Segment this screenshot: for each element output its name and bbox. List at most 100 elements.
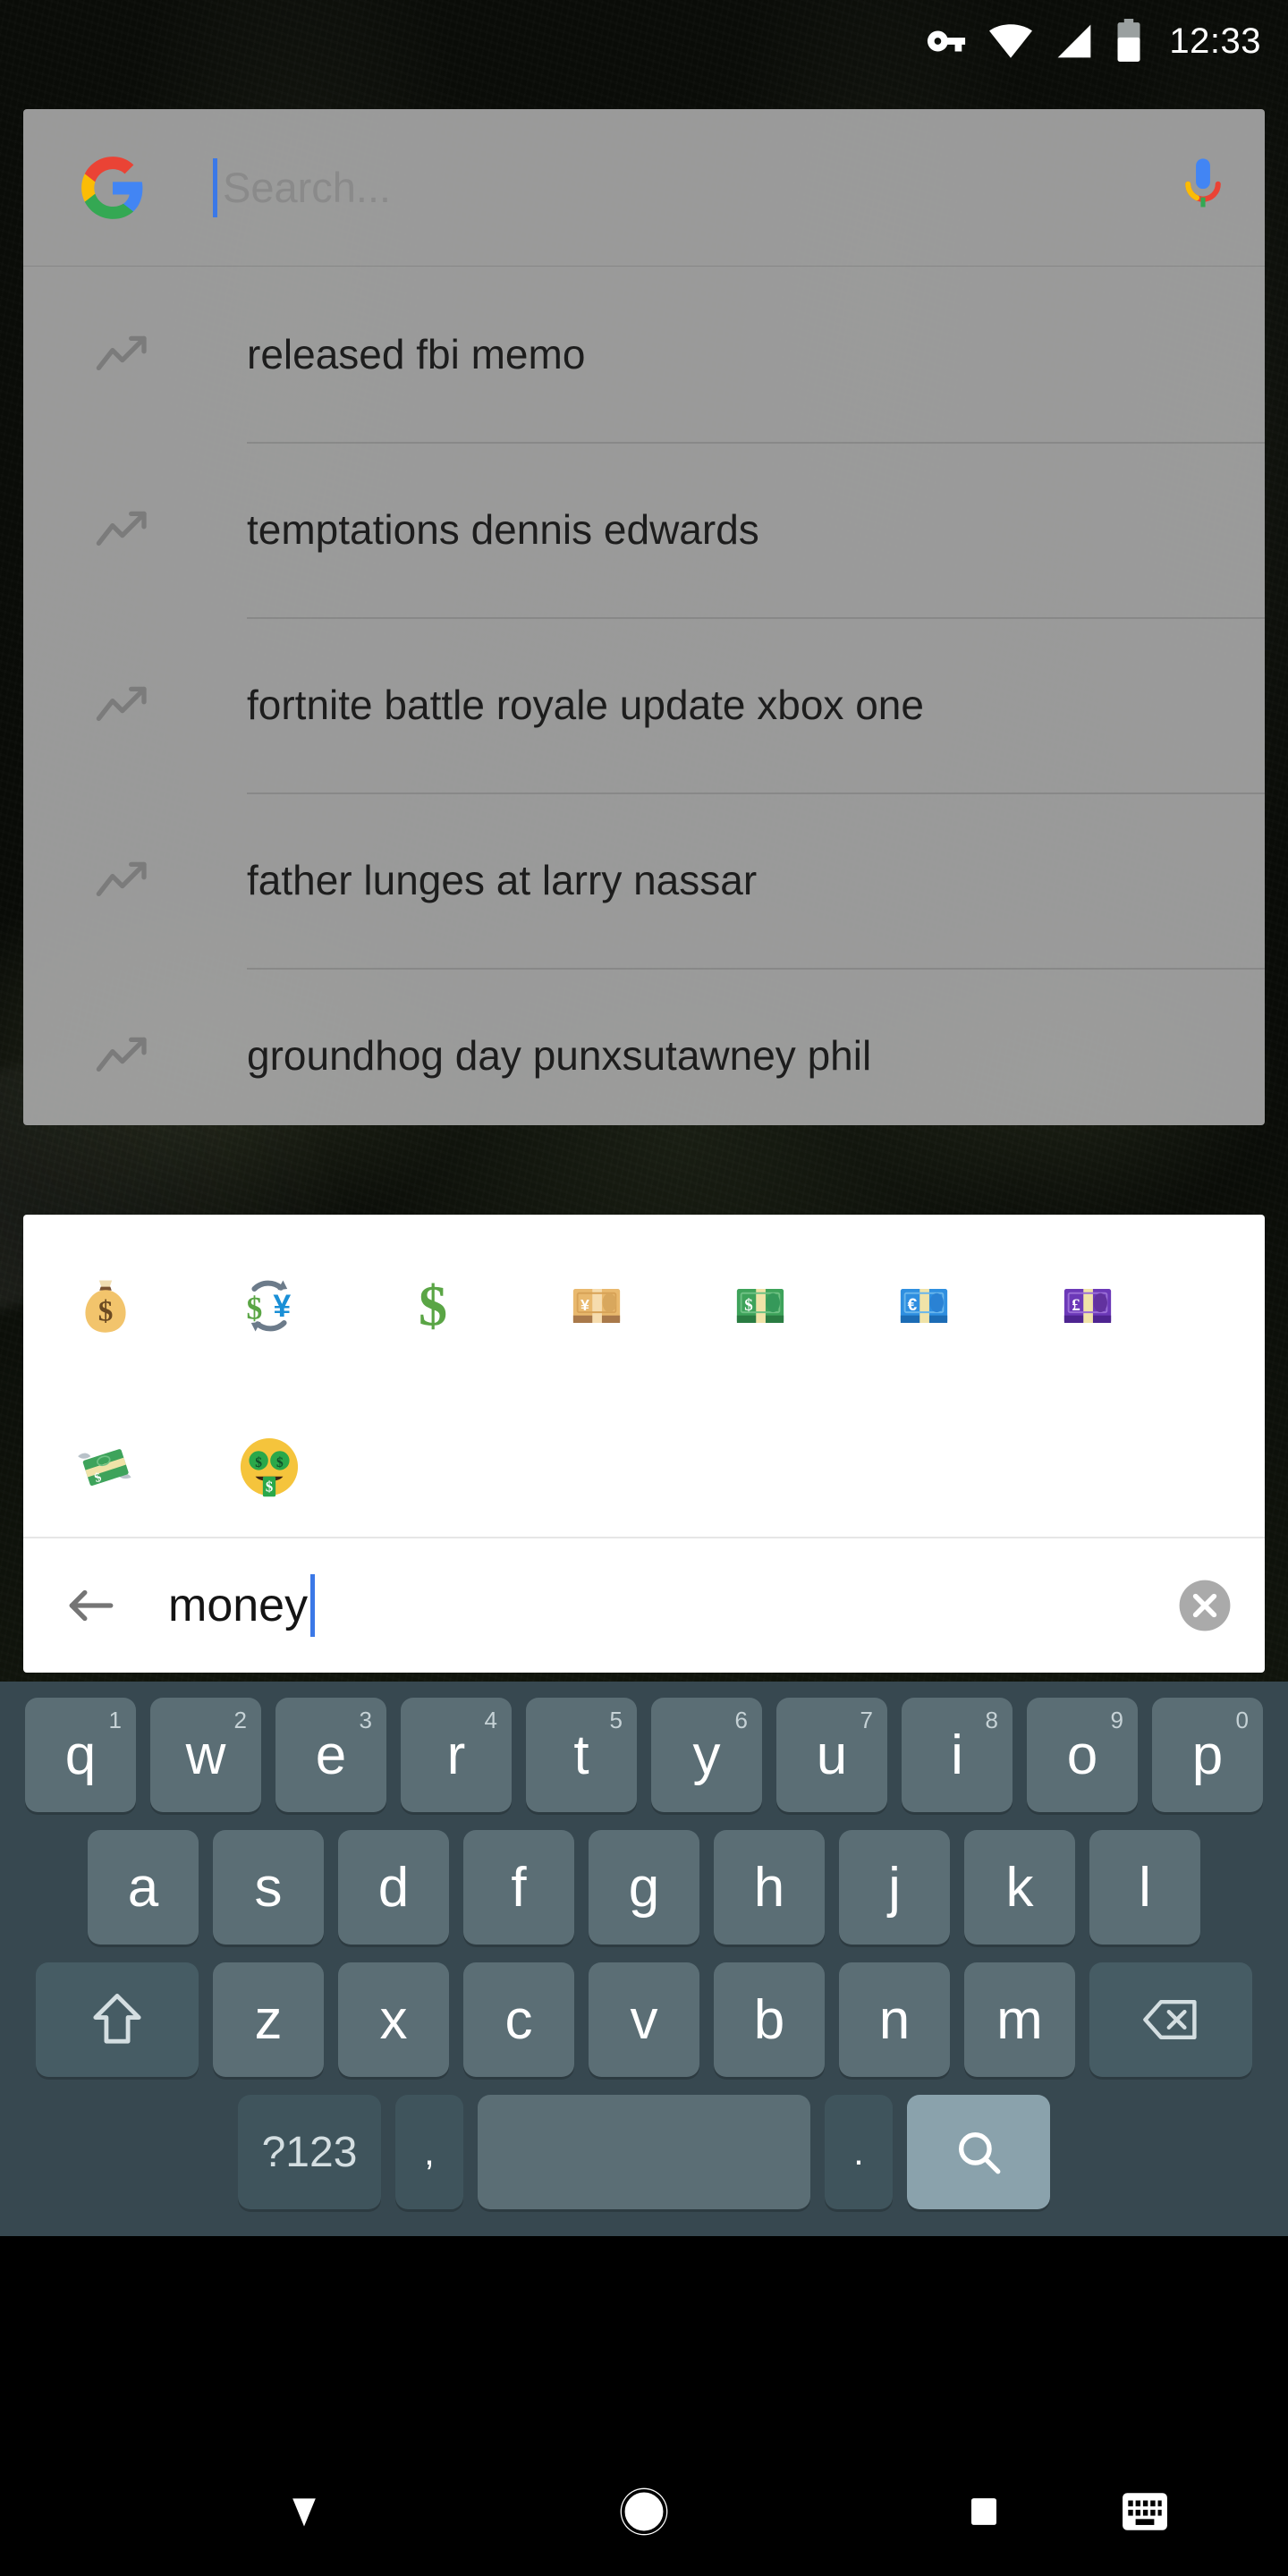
money-with-wings-emoji[interactable]: $ [23, 1433, 187, 1501]
key-n[interactable]: n [839, 1962, 950, 2077]
key-u-number: 7 [860, 1707, 873, 1733]
suggestion-label: fortnite battle royale update xbox one [247, 682, 924, 728]
key-h-label: h [753, 1856, 785, 1919]
voice-search-icon[interactable] [1177, 157, 1229, 219]
svg-text:£: £ [1072, 1296, 1080, 1315]
key-o[interactable]: 9o [1027, 1698, 1138, 1812]
suggestion-row[interactable]: fortnite battle royale update xbox one [23, 617, 1265, 792]
key-o-label: o [1066, 1724, 1098, 1786]
emoji-search-input[interactable]: money [168, 1574, 1177, 1637]
dollar-banknote-emoji[interactable]: $ [678, 1272, 842, 1340]
shift-key-icon [91, 1990, 143, 2049]
emoji-search-caret [310, 1574, 316, 1637]
home-button[interactable] [572, 2451, 716, 2576]
comma-key[interactable]: , [395, 2095, 463, 2209]
google-search-widget[interactable]: Search... released fbi memo temptations … [23, 109, 1265, 1125]
key-i-label: i [951, 1724, 963, 1786]
key-b[interactable]: b [714, 1962, 825, 2077]
key-e[interactable]: 3e [275, 1698, 386, 1812]
search-input[interactable]: Search... [223, 163, 1177, 212]
search-enter-key[interactable] [907, 2095, 1050, 2209]
key-a[interactable]: a [88, 1830, 199, 1945]
keyboard-row-4: ?123 , . [0, 2086, 1288, 2218]
key-c-label: c [504, 1988, 533, 2051]
key-f[interactable]: f [463, 1830, 574, 1945]
key-n-label: n [878, 1988, 911, 2051]
heavy-dollar-sign-emoji[interactable]: $ [351, 1272, 514, 1340]
symbols-key[interactable]: ?123 [238, 2095, 381, 2209]
battery-icon [1115, 19, 1142, 64]
home-icon [616, 2484, 672, 2544]
currency-exchange-emoji[interactable]: $ ¥ [187, 1272, 351, 1340]
key-r[interactable]: 4r [401, 1698, 512, 1812]
shift-key[interactable] [36, 1962, 199, 2077]
key-x[interactable]: x [338, 1962, 449, 2077]
key-s-label: s [254, 1856, 283, 1919]
euro-banknote-emoji[interactable]: € [842, 1272, 1005, 1340]
key-z[interactable]: z [213, 1962, 324, 2077]
period-key[interactable]: . [825, 2095, 893, 2209]
yen-banknote-emoji[interactable]: ¥ [514, 1272, 678, 1340]
hide-keyboard-button[interactable] [233, 2451, 376, 2576]
svg-text:$: $ [97, 1295, 113, 1328]
key-t-number: 5 [609, 1707, 623, 1733]
emoji-search-bar[interactable]: money [23, 1537, 1265, 1673]
key-k[interactable]: k [964, 1830, 1075, 1945]
key-h[interactable]: h [714, 1830, 825, 1945]
key-u[interactable]: 7u [776, 1698, 887, 1812]
key-j-label: j [888, 1856, 901, 1919]
suggestion-row[interactable]: groundhog day punxsutawney phil [23, 968, 1265, 1125]
svg-text:¥: ¥ [273, 1288, 291, 1324]
key-g[interactable]: g [589, 1830, 699, 1945]
google-g-logo [79, 154, 147, 222]
backspace-key[interactable] [1089, 1962, 1252, 2077]
google-search-bar[interactable]: Search... [23, 109, 1265, 267]
key-l-label: l [1139, 1856, 1151, 1919]
switch-keyboard-icon [1121, 2491, 1169, 2537]
keyboard-row-2: a s d f g h j k l [0, 1821, 1288, 1953]
money-bag-emoji[interactable]: $ [23, 1272, 187, 1340]
key-j[interactable]: j [839, 1830, 950, 1945]
suggestion-label: temptations dennis edwards [247, 506, 759, 553]
key-s[interactable]: s [213, 1830, 324, 1945]
key-l[interactable]: l [1089, 1830, 1200, 1945]
suggestion-row[interactable]: temptations dennis edwards [23, 442, 1265, 617]
key-y[interactable]: 6y [651, 1698, 762, 1812]
key-p-label: p [1191, 1724, 1224, 1786]
suggestion-row[interactable]: released fbi memo [23, 267, 1265, 442]
key-v-label: v [630, 1988, 658, 2051]
key-t[interactable]: 5t [526, 1698, 637, 1812]
key-t-label: t [573, 1724, 589, 1786]
clear-input-icon[interactable] [1177, 1578, 1233, 1633]
key-c[interactable]: c [463, 1962, 574, 2077]
pound-banknote-emoji[interactable]: £ [1005, 1272, 1169, 1340]
hide-keyboard-icon [284, 2491, 324, 2537]
key-d[interactable]: d [338, 1830, 449, 1945]
emoji-row: $ $ $ $ [23, 1386, 1265, 1547]
suggestion-label: father lunges at larry nassar [247, 857, 758, 903]
key-v[interactable]: v [589, 1962, 699, 2077]
emoji-search-value: money [168, 1580, 309, 1631]
key-p[interactable]: 0p [1152, 1698, 1263, 1812]
key-g-label: g [628, 1856, 660, 1919]
key-i[interactable]: 8i [902, 1698, 1013, 1812]
key-m[interactable]: m [964, 1962, 1075, 2077]
key-q[interactable]: 1q [25, 1698, 136, 1812]
money-mouth-face-emoji[interactable]: $ $ $ [187, 1433, 351, 1501]
svg-text:¥: ¥ [580, 1296, 589, 1314]
suggestion-row[interactable]: father lunges at larry nassar [23, 792, 1265, 968]
key-b-label: b [753, 1988, 785, 2051]
switch-keyboard-button[interactable] [1091, 2451, 1199, 2576]
trending-up-icon [95, 682, 154, 727]
svg-text:$: $ [744, 1296, 753, 1315]
recents-button[interactable] [930, 2451, 1038, 2576]
key-w[interactable]: 2w [150, 1698, 261, 1812]
key-p-number: 0 [1235, 1707, 1249, 1733]
keyboard-row-3: z x c v b n m [0, 1953, 1288, 2086]
key-a-label: a [127, 1856, 159, 1919]
key-e-label: e [315, 1724, 347, 1786]
svg-text:$: $ [255, 1455, 262, 1470]
back-arrow-icon[interactable] [63, 1584, 118, 1627]
keyboard-row-1: 1q 2w 3e 4r 5t 6y 7u 8i 9o 0p [0, 1689, 1288, 1821]
space-key[interactable] [478, 2095, 810, 2209]
